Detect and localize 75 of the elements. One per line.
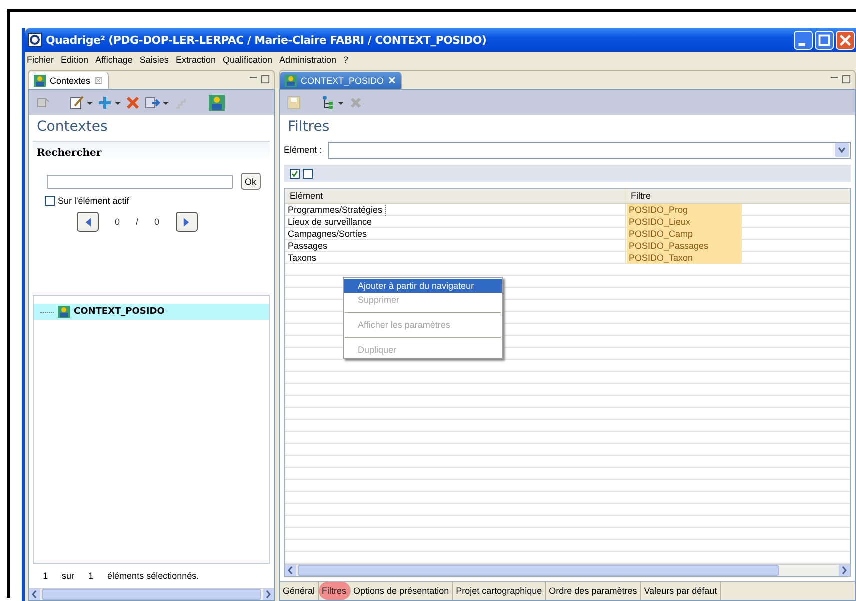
page-tab[interactable]: Ordre des paramètres	[546, 582, 642, 600]
previous-button[interactable]	[77, 212, 99, 232]
maximize-button[interactable]	[815, 30, 834, 50]
menu-item[interactable]: Extraction	[176, 54, 216, 64]
next-button[interactable]	[176, 212, 198, 232]
maximize-icon[interactable]	[842, 75, 851, 84]
close-button[interactable]	[836, 30, 855, 50]
checkbox[interactable]	[45, 196, 55, 206]
horizontal-scrollbar[interactable]	[285, 564, 850, 576]
caret-icon[interactable]	[338, 100, 344, 106]
minimize-button[interactable]	[794, 30, 813, 50]
edit-icon[interactable]	[69, 94, 85, 110]
filter-cell[interactable]: POSIDO_Taxon	[627, 252, 742, 264]
filter-cell[interactable]: POSIDO_Passages	[627, 240, 742, 252]
table-cell[interactable]: Lieux de surveillance	[288, 216, 376, 228]
left-triangle-icon	[84, 218, 92, 226]
status-text: éléments sélectionnés.	[108, 571, 200, 581]
tree-item[interactable]: CONTEXT_POSIDO	[34, 304, 269, 320]
window-title: Quadrige² (PDG-DOP-LER-LERPAC / Marie-Claire FABRI / CONTEXT_POSIDO)	[46, 34, 487, 46]
people-icon	[285, 74, 297, 86]
filter-cell[interactable]: POSIDO_Lieux	[627, 216, 742, 228]
right-triangle-icon	[183, 218, 190, 226]
export-icon[interactable]	[145, 94, 161, 110]
tree-structure-icon[interactable]	[320, 94, 336, 110]
people-icon	[58, 306, 70, 318]
scroll-right-icon[interactable]	[263, 589, 274, 600]
menu-item[interactable]: Affichage	[96, 54, 133, 64]
caret-icon[interactable]	[87, 100, 93, 106]
ok-button[interactable]: Ok	[241, 173, 261, 190]
app-icon	[28, 33, 42, 47]
page-tab[interactable]: Filtres	[319, 582, 351, 600]
page-tab[interactable]: Valeurs par défaut	[641, 582, 722, 600]
filter-cell[interactable]: POSIDO_Prog	[627, 204, 742, 216]
menu-item[interactable]: Edition	[61, 54, 89, 64]
total-count: 1	[88, 571, 94, 581]
horizontal-scrollbar[interactable]	[29, 588, 274, 600]
table-cell[interactable]: Passages	[288, 240, 331, 252]
maximize-icon[interactable]	[261, 75, 270, 84]
menu-item[interactable]: ?	[344, 54, 349, 64]
column-header[interactable]: Filtre	[626, 189, 850, 203]
selected-count: 1	[43, 571, 48, 581]
page-tab[interactable]: Projet cartographique	[453, 582, 546, 600]
editor-tab[interactable]: CONTEXT_POSIDO ✕	[280, 72, 402, 89]
menu-item[interactable]: Fichier	[27, 54, 54, 64]
caret-icon[interactable]	[163, 100, 169, 106]
count-separator: /	[136, 217, 139, 227]
column-header[interactable]: Elément	[285, 189, 626, 203]
total-count: 0	[154, 217, 160, 227]
checkbox[interactable]	[290, 168, 300, 178]
search-field[interactable]	[47, 174, 233, 188]
section-heading: Contextes	[36, 118, 109, 137]
search-section-title: Rechercher	[36, 147, 103, 161]
people-icon[interactable]	[209, 94, 225, 110]
element-dropdown[interactable]	[328, 142, 851, 158]
current-count: 0	[115, 217, 120, 227]
menu-item[interactable]: Qualification	[222, 54, 272, 64]
table-cell[interactable]: Taxons	[288, 252, 320, 264]
section-heading: Filtres	[287, 118, 331, 137]
status-word: sur	[62, 571, 75, 581]
menu-item[interactable]: Administration	[280, 54, 337, 64]
table-cell[interactable]: Campagnes/Sorties	[288, 228, 370, 240]
menu-item[interactable]: Saisies	[140, 54, 169, 64]
scroll-right-icon[interactable]	[839, 565, 850, 576]
caret-icon[interactable]	[115, 100, 121, 106]
checkbox-label: Sur l'élément actif	[58, 196, 130, 206]
context-menu-item[interactable]: Ajouter à partir du navigateur	[344, 279, 502, 293]
people-icon	[34, 74, 46, 86]
page-tab[interactable]: Options de présentation	[350, 582, 454, 600]
checkbox[interactable]	[303, 168, 313, 178]
scroll-left-icon[interactable]	[29, 589, 40, 600]
filter-cell[interactable]: POSIDO_Camp	[627, 228, 742, 240]
scroll-left-icon[interactable]	[285, 565, 296, 576]
table-cell[interactable]: Programmes/Stratégies	[288, 204, 386, 216]
field-label: Elément :	[284, 145, 322, 155]
view-tab[interactable]: Contextes ☒	[29, 72, 109, 89]
